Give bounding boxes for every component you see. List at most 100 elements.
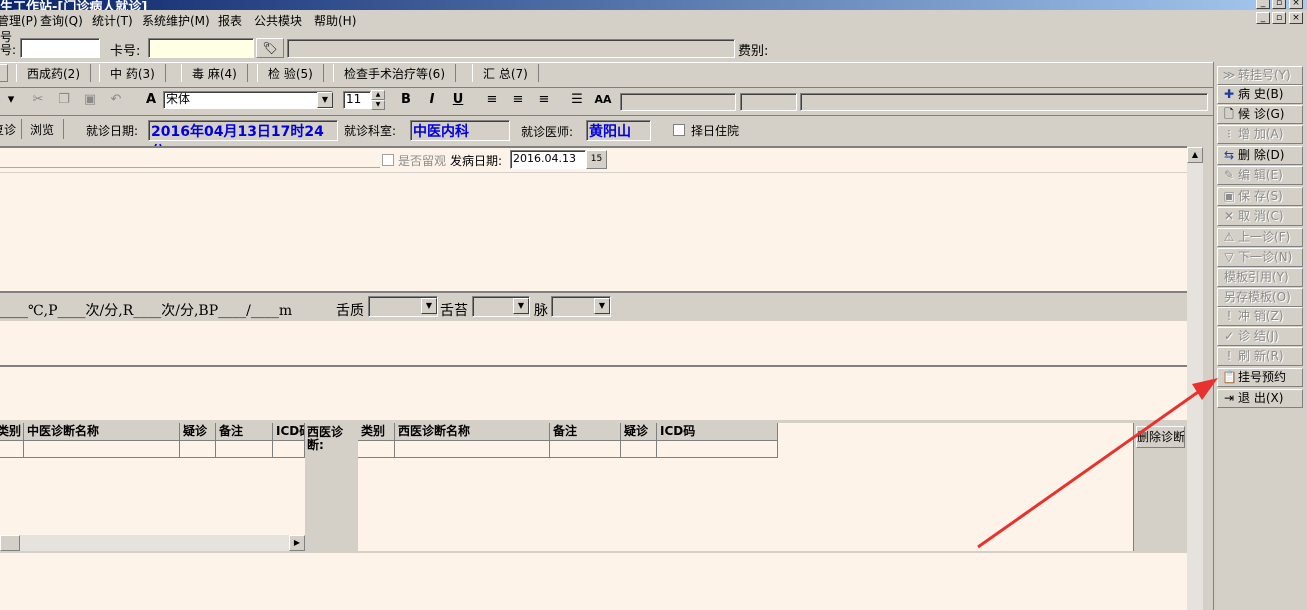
- tcm-col-category[interactable]: 类别: [0, 423, 24, 441]
- hospitalize-checkbox[interactable]: [673, 124, 685, 136]
- tcm-col-icd[interactable]: ICD码: [273, 423, 305, 441]
- align-right-icon[interactable]: ≡: [533, 90, 555, 110]
- patient-id-input[interactable]: [20, 38, 100, 58]
- calendar-icon[interactable]: 15: [586, 150, 607, 169]
- font-size-input[interactable]: 11: [343, 91, 371, 109]
- western-col-note[interactable]: 备注: [550, 423, 621, 441]
- side-button-10[interactable]: 模板引用(Y): [1217, 268, 1303, 287]
- menu-item-report[interactable]: 报表: [218, 12, 242, 29]
- status-field-3: [800, 93, 1208, 111]
- align-left-icon[interactable]: ≡: [481, 90, 503, 110]
- western-col-suspect[interactable]: 疑诊: [621, 423, 657, 441]
- menu-item-stats[interactable]: 统计(T): [92, 12, 133, 29]
- side-button-12[interactable]: ! 冲 销(Z): [1217, 307, 1303, 326]
- italic-icon[interactable]: I: [421, 90, 443, 110]
- add-icon: ⁝: [1227, 127, 1231, 141]
- menu-item-manage[interactable]: 管理(P): [0, 12, 38, 29]
- tcm-grid-row[interactable]: [0, 441, 305, 458]
- tcm-col-name[interactable]: 中医诊断名称: [24, 423, 180, 441]
- underline-icon[interactable]: U: [447, 90, 469, 110]
- copy-icon[interactable]: ❐: [53, 90, 75, 110]
- side-button-13[interactable]: ✓ 诊 结(J): [1217, 327, 1303, 346]
- coating-dropdown-icon[interactable]: ▼: [513, 298, 529, 314]
- tcm-col-note[interactable]: 备注: [216, 423, 273, 441]
- tab-narcotics[interactable]: 毒 麻(4): [181, 64, 248, 82]
- side-button-6[interactable]: ▣ 保 存(S): [1217, 187, 1303, 206]
- browse-button[interactable]: 浏览: [30, 121, 54, 138]
- menu-bar: 管理(P) 查询(Q) 统计(T) 系统维护(M) 报表 公共模块 帮助(H): [0, 10, 1307, 29]
- font-name-dropdown-icon[interactable]: ▼: [317, 92, 333, 108]
- card-read-button[interactable]: 🏷: [256, 38, 284, 58]
- bullet-list-icon[interactable]: ☰: [566, 90, 588, 110]
- complaint-input[interactable]: [0, 150, 380, 168]
- menu-item-system[interactable]: 系统维护(M): [142, 12, 210, 29]
- font-color-icon[interactable]: AA: [592, 90, 614, 110]
- tcm-cell[interactable]: [0, 441, 24, 458]
- western-col-name[interactable]: 西医诊断名称: [395, 423, 550, 441]
- scroll-right-icon[interactable]: ▶: [289, 535, 305, 551]
- side-button-4[interactable]: ⇆ 删 除(D): [1217, 146, 1303, 165]
- tab-summary[interactable]: 汇 总(7): [472, 64, 539, 82]
- child-restore-button[interactable]: ▫: [1272, 12, 1286, 24]
- tab-exam-surgery[interactable]: 检查手术治疗等(6): [333, 64, 456, 82]
- side-button-8[interactable]: ⚠ 上一诊(F): [1217, 228, 1303, 247]
- bottom-pane[interactable]: [0, 553, 1187, 610]
- side-button-label: 下一诊(N): [1238, 250, 1293, 264]
- tcm-col-suspect[interactable]: 疑诊: [180, 423, 216, 441]
- undo-icon[interactable]: ↶: [105, 90, 127, 110]
- side-button-9[interactable]: ▽ 下一诊(N): [1217, 248, 1303, 267]
- western-col-category[interactable]: 类别: [358, 423, 395, 441]
- tcm-cell[interactable]: [273, 441, 305, 458]
- menu-item-query[interactable]: 查询(Q): [40, 12, 83, 29]
- side-button-14[interactable]: ! 刷 新(R): [1217, 347, 1303, 366]
- tab-lab-test[interactable]: 检 验(5): [257, 64, 324, 82]
- tcm-cell[interactable]: [24, 441, 180, 458]
- window-minimize-button[interactable]: _: [1256, 0, 1270, 9]
- scroll-up-icon[interactable]: ▲: [1187, 147, 1203, 163]
- tab-western-medicine[interactable]: 西成药(2): [16, 64, 91, 82]
- tcm-scroll-thumb[interactable]: [0, 535, 20, 551]
- window-close-button[interactable]: ×: [1289, 0, 1303, 9]
- western-cell[interactable]: [621, 441, 657, 458]
- side-button-5[interactable]: ✎ 编 辑(E): [1217, 166, 1303, 185]
- dropdown-arrow-icon[interactable]: ▾: [0, 90, 22, 110]
- window-title: 生工作站-[门诊病人就诊]: [0, 0, 148, 10]
- western-cell[interactable]: [358, 441, 395, 458]
- tcm-cell[interactable]: [180, 441, 216, 458]
- western-cell[interactable]: [657, 441, 778, 458]
- side-button-1[interactable]: ✚ 病 史(B): [1217, 85, 1303, 104]
- side-button-0[interactable]: ≫ 转挂号(Y): [1217, 66, 1303, 85]
- side-button-7[interactable]: ✕ 取 消(C): [1217, 207, 1303, 226]
- tcm-cell[interactable]: [216, 441, 273, 458]
- cut-icon[interactable]: ✂: [27, 90, 49, 110]
- child-minimize-button[interactable]: _: [1256, 12, 1270, 24]
- pulse-dropdown-icon[interactable]: ▼: [594, 298, 610, 314]
- side-button-2[interactable]: 🗋 候 诊(G): [1217, 105, 1303, 124]
- font-size-down-icon[interactable]: ▼: [371, 100, 385, 110]
- side-button-11[interactable]: 另存模板(O): [1217, 288, 1303, 307]
- child-close-button[interactable]: ×: [1289, 12, 1303, 24]
- tcm-hscrollbar[interactable]: ▶: [0, 535, 305, 551]
- font-size-up-icon[interactable]: ▲: [371, 90, 385, 100]
- western-cell[interactable]: [395, 441, 550, 458]
- observe-checkbox[interactable]: [382, 154, 394, 166]
- tab-prev[interactable]: [0, 64, 8, 82]
- menu-item-help[interactable]: 帮助(H): [314, 12, 356, 29]
- font-name-select[interactable]: 宋体: [163, 91, 333, 109]
- window-restore-button[interactable]: ▫: [1272, 0, 1286, 9]
- tongue-dropdown-icon[interactable]: ▼: [421, 298, 437, 314]
- onset-date-input[interactable]: 2016.04.13: [510, 150, 586, 169]
- paste-icon[interactable]: ▣: [79, 90, 101, 110]
- western-grid-row[interactable]: [358, 441, 778, 458]
- menu-item-public[interactable]: 公共模块: [254, 12, 302, 29]
- revisit-button[interactable]: 复诊: [0, 121, 16, 138]
- western-cell[interactable]: [550, 441, 621, 458]
- card-number-input[interactable]: [148, 38, 254, 58]
- align-center-icon[interactable]: ≡: [507, 90, 529, 110]
- side-button-3[interactable]: ⁝ 增 加(A): [1217, 125, 1303, 144]
- tab-chinese-medicine[interactable]: 中 药(3): [99, 64, 166, 82]
- history-text-pane[interactable]: [0, 173, 1187, 291]
- western-col-icd[interactable]: ICD码: [657, 423, 778, 441]
- bold-icon[interactable]: B: [395, 90, 417, 110]
- exam-text-pane[interactable]: [0, 321, 1187, 365]
